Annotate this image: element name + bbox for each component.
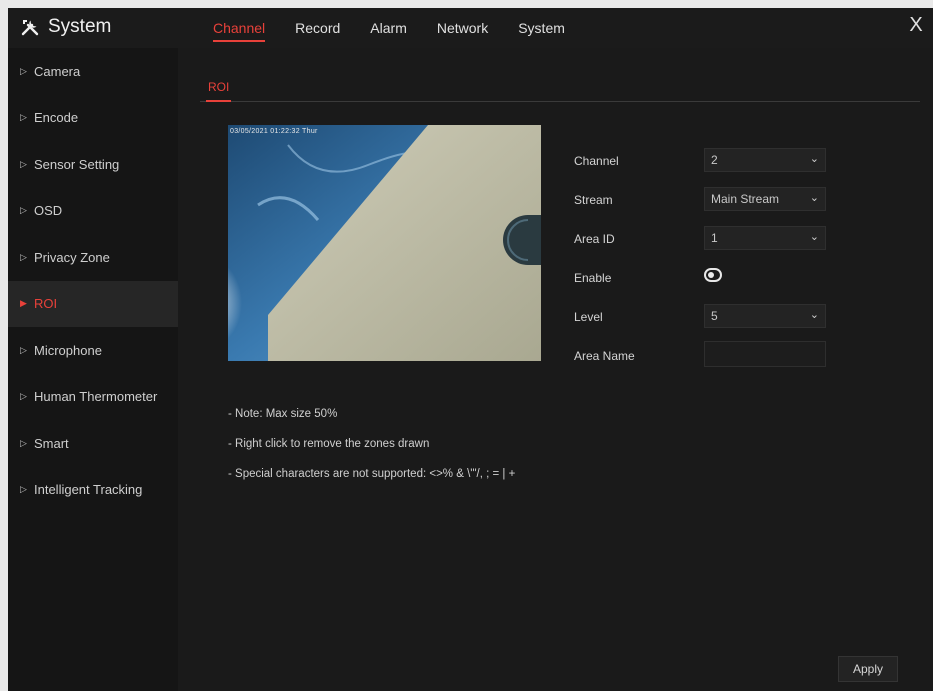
- sidebar-item-label: Intelligent Tracking: [34, 482, 143, 498]
- sidebar: ▷ Camera ▷ Encode ▷ Sensor Setting ▷ OSD…: [8, 48, 178, 691]
- level-row: Level 5 ⌄: [574, 304, 834, 343]
- level-label: Level: [574, 310, 603, 324]
- camera-frame-image: [228, 125, 541, 361]
- sidebar-item-intelligent-tracking[interactable]: ▷ Intelligent Tracking: [8, 467, 178, 514]
- channel-row: Channel 2 ⌄: [574, 148, 834, 187]
- main-content: ROI 03/05/2021 01:22:32 Thur Channel 2 ⌄…: [178, 48, 933, 691]
- apply-button[interactable]: Apply: [838, 656, 898, 682]
- channel-value: 2: [711, 153, 718, 167]
- chevron-right-icon: ▷: [20, 158, 27, 169]
- roi-form: Channel 2 ⌄ Stream Main Stream ⌄ Area ID…: [574, 148, 834, 382]
- sidebar-item-label: ROI: [34, 296, 58, 312]
- area-id-row: Area ID 1 ⌄: [574, 226, 834, 265]
- area-id-select[interactable]: 1 ⌄: [704, 226, 826, 250]
- chevron-right-icon: ▷: [20, 484, 27, 495]
- chevron-right-icon: ▷: [20, 205, 27, 216]
- sidebar-item-sensor-setting[interactable]: ▷ Sensor Setting: [8, 141, 178, 188]
- app-logo: System: [20, 16, 111, 38]
- app-title: System: [48, 16, 112, 37]
- sidebar-item-human-thermometer[interactable]: ▷ Human Thermometer: [8, 374, 178, 421]
- tab-channel[interactable]: Channel: [204, 8, 274, 48]
- area-name-label: Area Name: [574, 349, 635, 363]
- sidebar-item-osd[interactable]: ▷ OSD: [8, 188, 178, 235]
- tools-icon: [21, 20, 39, 36]
- channel-select[interactable]: 2 ⌄: [704, 148, 826, 172]
- channel-label: Channel: [574, 154, 619, 168]
- chevron-right-icon: ▷: [20, 437, 27, 448]
- chevron-right-icon: ▷: [20, 391, 27, 402]
- tab-system[interactable]: System: [509, 8, 574, 48]
- sub-tab-bar: ROI: [200, 70, 920, 102]
- area-name-input[interactable]: [704, 341, 826, 367]
- top-bar: System Channel Record Alarm Network Syst…: [8, 8, 933, 48]
- notes: - Note: Max size 50% - Right click to re…: [228, 408, 515, 498]
- tab-alarm[interactable]: Alarm: [361, 8, 416, 48]
- settings-window: System Channel Record Alarm Network Syst…: [8, 8, 933, 691]
- sidebar-item-label: Camera: [34, 63, 81, 79]
- preview-timestamp: 03/05/2021 01:22:32 Thur: [230, 128, 318, 135]
- chevron-down-icon: ⌄: [809, 153, 819, 165]
- chevron-right-icon: ▷: [20, 112, 27, 123]
- chevron-down-icon: ⌄: [809, 231, 819, 243]
- sidebar-item-label: Human Thermometer: [34, 389, 158, 405]
- sidebar-item-label: Microphone: [34, 342, 102, 358]
- area-id-value: 1: [711, 231, 718, 245]
- sidebar-item-camera[interactable]: ▷ Camera: [8, 48, 178, 95]
- level-select[interactable]: 5 ⌄: [704, 304, 826, 328]
- enable-toggle[interactable]: [704, 268, 722, 282]
- sidebar-item-label: Smart: [34, 435, 69, 451]
- sidebar-item-label: OSD: [34, 203, 63, 219]
- chevron-right-icon: ▷: [20, 251, 27, 262]
- stream-value: Main Stream: [711, 192, 780, 206]
- sidebar-item-privacy-zone[interactable]: ▷ Privacy Zone: [8, 234, 178, 281]
- stream-select[interactable]: Main Stream ⌄: [704, 187, 826, 211]
- chevron-right-icon: ▷: [20, 65, 27, 76]
- sidebar-item-roi[interactable]: ▶ ROI: [8, 280, 178, 327]
- sidebar-item-microphone[interactable]: ▷ Microphone: [8, 327, 178, 374]
- sidebar-item-label: Privacy Zone: [34, 249, 110, 265]
- main-tabs: Channel Record Alarm Network System: [204, 8, 586, 48]
- chevron-down-icon: ⌄: [809, 309, 819, 321]
- sidebar-item-label: Encode: [34, 110, 79, 126]
- tab-network[interactable]: Network: [428, 8, 497, 48]
- enable-label: Enable: [574, 271, 612, 285]
- chevron-down-icon: ⌄: [809, 192, 819, 204]
- tab-record[interactable]: Record: [286, 8, 349, 48]
- area-id-label: Area ID: [574, 232, 615, 246]
- stream-row: Stream Main Stream ⌄: [574, 187, 834, 226]
- area-name-row: Area Name: [574, 341, 834, 382]
- sidebar-item-smart[interactable]: ▷ Smart: [8, 420, 178, 467]
- level-value: 5: [711, 309, 718, 323]
- close-icon[interactable]: X: [905, 14, 927, 37]
- chevron-right-icon: ▷: [20, 344, 27, 355]
- sidebar-item-encode[interactable]: ▷ Encode: [8, 95, 178, 142]
- stream-label: Stream: [574, 193, 613, 207]
- sidebar-item-label: Sensor Setting: [34, 156, 120, 172]
- note-max-size: - Note: Max size 50%: [228, 408, 338, 420]
- note-special-characters: - Special characters are not supported: …: [228, 468, 516, 480]
- note-right-click: - Right click to remove the zones drawn: [228, 438, 430, 450]
- tab-roi[interactable]: ROI: [205, 80, 232, 102]
- camera-preview[interactable]: 03/05/2021 01:22:32 Thur: [228, 125, 541, 361]
- enable-row: Enable: [574, 265, 834, 304]
- chevron-right-icon: ▶: [20, 298, 27, 309]
